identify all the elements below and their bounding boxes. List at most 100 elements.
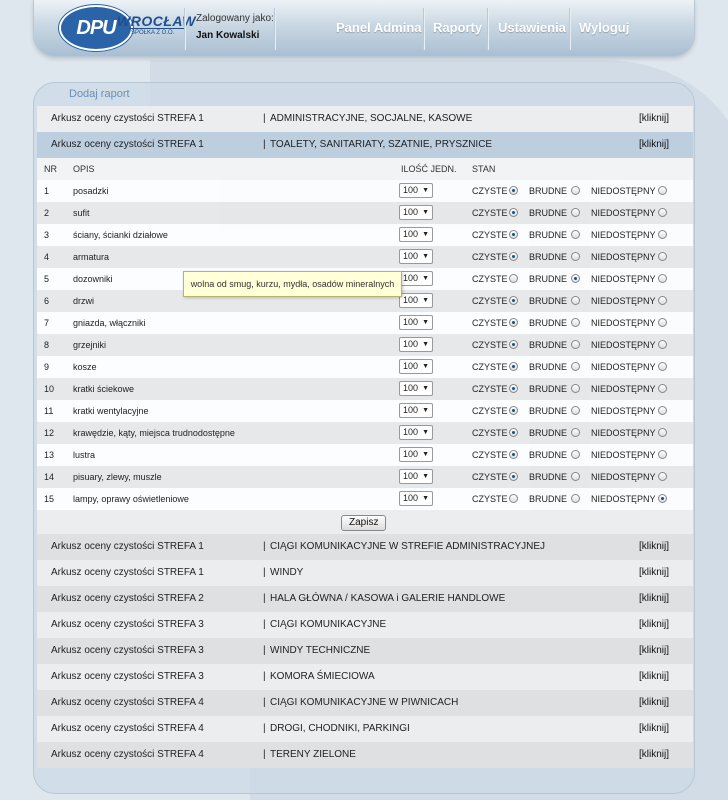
radio-clean[interactable]: [509, 186, 518, 195]
radio-unavailable[interactable]: [658, 230, 667, 239]
radio-dirty[interactable]: [571, 208, 580, 217]
qty-select[interactable]: 100 ▼: [399, 381, 433, 396]
radio-clean[interactable]: [509, 384, 518, 393]
radio-dirty[interactable]: [571, 340, 580, 349]
radio-unavailable[interactable]: [658, 318, 667, 327]
qty-select[interactable]: 100 ▼: [399, 469, 433, 484]
radio-clean[interactable]: [509, 428, 518, 437]
qty-select[interactable]: 100 ▼: [399, 227, 433, 242]
radio-unavailable[interactable]: [658, 428, 667, 437]
radio-unavailable[interactable]: [658, 208, 667, 217]
radio-unavailable[interactable]: [658, 252, 667, 261]
qty-select[interactable]: 100 ▼: [399, 249, 433, 264]
radio-dirty[interactable]: [571, 428, 580, 437]
radio-clean[interactable]: [509, 340, 518, 349]
qty-select[interactable]: 100 ▼: [399, 183, 433, 198]
radio-unavailable[interactable]: [658, 450, 667, 459]
report-open-link[interactable]: [kliknij]: [639, 742, 669, 768]
radio-dirty[interactable]: [571, 252, 580, 261]
qty-value: 100: [403, 229, 419, 239]
report-open-link[interactable]: [kliknij]: [639, 560, 669, 586]
radio-dirty[interactable]: [571, 450, 580, 459]
report-row[interactable]: Arkusz oceny czystości STREFA 1 | CIĄGI KO…: [37, 534, 693, 560]
radio-dirty[interactable]: [571, 494, 580, 503]
report-row[interactable]: Arkusz oceny czystości STREFA 4 | CIĄGI KO…: [37, 690, 693, 716]
report-open-link[interactable]: [kliknij]: [639, 534, 669, 560]
item-nr: 1: [44, 186, 50, 196]
report-row[interactable]: Arkusz oceny czystości STREFA 4 | DROGI, C…: [37, 716, 693, 742]
report-row[interactable]: Arkusz oceny czystości STREFA 3 | CIĄGI KO…: [37, 612, 693, 638]
qty-select[interactable]: 100 ▼: [399, 403, 433, 418]
nav-admin-panel[interactable]: Panel Admina: [336, 20, 421, 35]
item-nr: 14: [44, 472, 55, 482]
radio-unavailable[interactable]: [658, 494, 667, 503]
radio-clean[interactable]: [509, 274, 518, 283]
option-clean-label: CZYSTE: [472, 208, 508, 218]
radio-clean[interactable]: [509, 450, 518, 459]
report-open-link[interactable]: [kliknij]: [639, 716, 669, 742]
radio-clean[interactable]: [509, 494, 518, 503]
radio-dirty[interactable]: [571, 362, 580, 371]
qty-select[interactable]: 100 ▼: [399, 359, 433, 374]
radio-dirty[interactable]: [571, 230, 580, 239]
radio-unavailable[interactable]: [658, 406, 667, 415]
radio-clean[interactable]: [509, 230, 518, 239]
radio-clean[interactable]: [509, 208, 518, 217]
qty-select[interactable]: 100 ▼: [399, 205, 433, 220]
radio-clean[interactable]: [509, 472, 518, 481]
save-button[interactable]: Zapisz: [341, 515, 387, 531]
report-name: Arkusz oceny czystości STREFA 1: [51, 567, 204, 578]
report-open-link[interactable]: [kliknij]: [639, 638, 669, 664]
qty-select[interactable]: 100 ▼: [399, 425, 433, 440]
radio-unavailable[interactable]: [658, 362, 667, 371]
radio-unavailable[interactable]: [658, 472, 667, 481]
radio-dirty[interactable]: [571, 318, 580, 327]
radio-clean[interactable]: [509, 296, 518, 305]
qty-select[interactable]: 100 ▼: [399, 293, 433, 308]
radio-unavailable[interactable]: [658, 384, 667, 393]
radio-dirty[interactable]: [571, 384, 580, 393]
radio-unavailable[interactable]: [658, 340, 667, 349]
dpu-logo[interactable]: DPU WROCŁAW SPÓŁKA Z O.O.: [59, 5, 199, 51]
qty-select[interactable]: 100 ▼: [399, 315, 433, 330]
report-row[interactable]: Arkusz oceny czystości STREFA 2 | HALA GŁÓ…: [37, 586, 693, 612]
radio-dirty[interactable]: [571, 406, 580, 415]
radio-clean[interactable]: [509, 362, 518, 371]
radio-dirty[interactable]: [571, 274, 580, 283]
option-unavailable-label: NIEDOSTĘPNY: [591, 230, 656, 240]
radio-unavailable[interactable]: [658, 274, 667, 283]
radio-clean[interactable]: [509, 318, 518, 327]
radio-dirty[interactable]: [571, 296, 580, 305]
report-open-link[interactable]: [kliknij]: [639, 586, 669, 612]
table-row: 9 kosze 100 ▼ CZYSTE BRUDNE NIEDOSTĘPNY: [37, 356, 693, 378]
radio-unavailable[interactable]: [658, 186, 667, 195]
radio-dirty[interactable]: [571, 472, 580, 481]
radio-clean[interactable]: [509, 406, 518, 415]
report-row[interactable]: Arkusz oceny czystości STREFA 4 | TERENY Z…: [37, 742, 693, 768]
qty-select[interactable]: 100 ▼: [399, 447, 433, 462]
nav-settings[interactable]: Ustawienia: [498, 20, 566, 35]
radio-dirty[interactable]: [571, 186, 580, 195]
option-unavailable-label: NIEDOSTĘPNY: [591, 318, 656, 328]
report-open-link[interactable]: [kliknij]: [639, 690, 669, 716]
option-dirty-label: BRUDNE: [529, 450, 568, 460]
qty-select[interactable]: 100 ▼: [399, 271, 433, 286]
nav-reports[interactable]: Raporty: [433, 20, 482, 35]
item-desc: lustra: [73, 450, 96, 460]
qty-select[interactable]: 100 ▼: [399, 491, 433, 506]
report-open-link[interactable]: [kliknij]: [639, 106, 669, 132]
report-row[interactable]: Arkusz oceny czystości STREFA 3 | WINDY TE…: [37, 638, 693, 664]
radio-clean[interactable]: [509, 252, 518, 261]
report-row[interactable]: Arkusz oceny czystości STREFA 1 | WINDY [kl…: [37, 560, 693, 586]
report-open-link[interactable]: [kliknij]: [639, 132, 669, 158]
report-row[interactable]: Arkusz oceny czystości STREFA 1 | ADMINI…: [37, 106, 693, 132]
report-row-expanded[interactable]: Arkusz oceny czystości STREFA 1 | TOALET…: [37, 132, 693, 158]
nav-logout[interactable]: Wyloguj: [579, 20, 629, 35]
report-row[interactable]: Arkusz oceny czystości STREFA 3 | KOMORA Ś…: [37, 664, 693, 690]
add-report-link[interactable]: Dodaj raport: [37, 82, 693, 106]
table-row: 8 grzejniki 100 ▼ CZYSTE BRUDNE NIEDOSTĘPNY: [37, 334, 693, 356]
qty-select[interactable]: 100 ▼: [399, 337, 433, 352]
report-open-link[interactable]: [kliknij]: [639, 664, 669, 690]
report-open-link[interactable]: [kliknij]: [639, 612, 669, 638]
radio-unavailable[interactable]: [658, 296, 667, 305]
